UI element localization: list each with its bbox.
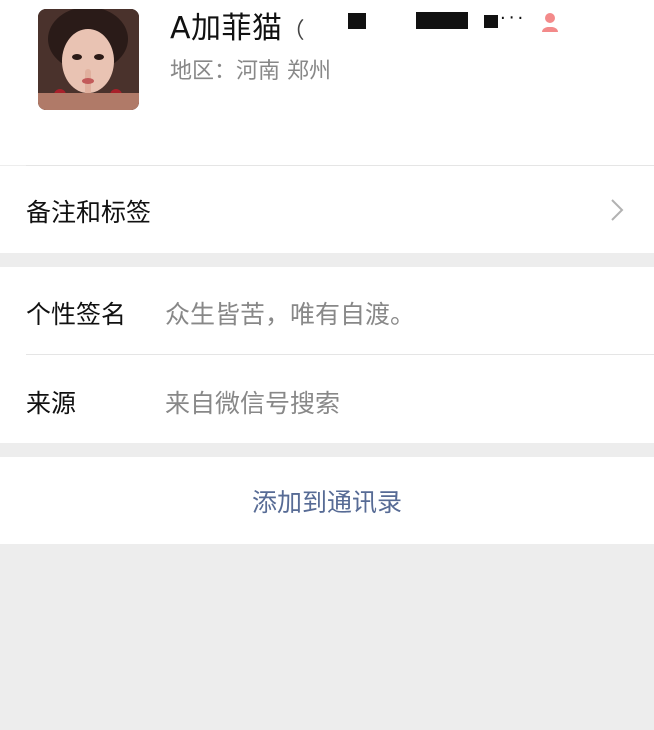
remarks-and-tags-row[interactable]: 备注和标签 xyxy=(0,166,654,253)
contact-name: A加菲猫（ xyxy=(170,3,305,47)
info-card: 个性签名 众生皆苦，唯有自渡。 来源 来自微信号搜索 xyxy=(0,267,654,443)
avatar[interactable] xyxy=(38,9,139,110)
region-text: 地区：河南 郑州 xyxy=(170,59,331,84)
female-icon xyxy=(542,13,558,32)
contact-name-tail: （ xyxy=(282,19,306,44)
avatar-image xyxy=(38,9,139,110)
contact-profile-page: A加菲猫（ ·‧· 地区：河南 郑州 备注和标签 个性签名 众生皆苦，唯有自渡。… xyxy=(0,0,654,730)
add-contact-section: 添加到通讯录 xyxy=(0,457,654,544)
divider xyxy=(26,354,654,355)
redaction-block xyxy=(348,13,366,29)
remarks-label: 备注和标签 xyxy=(26,198,152,227)
source-value: 来自微信号搜索 xyxy=(165,389,341,418)
redaction-block xyxy=(484,15,498,28)
source-label: 来源 xyxy=(26,389,77,418)
signature-value: 众生皆苦，唯有自渡。 xyxy=(165,300,416,329)
signature-label: 个性签名 xyxy=(26,300,127,329)
profile-header: A加菲猫（ ·‧· 地区：河南 郑州 xyxy=(0,0,654,165)
chevron-right-icon xyxy=(611,199,624,221)
contact-name-text: A加菲猫 xyxy=(170,11,283,46)
redaction-dots: ·‧· xyxy=(500,8,527,29)
redaction-block xyxy=(416,12,468,29)
add-to-contacts-button[interactable]: 添加到通讯录 xyxy=(0,457,654,544)
